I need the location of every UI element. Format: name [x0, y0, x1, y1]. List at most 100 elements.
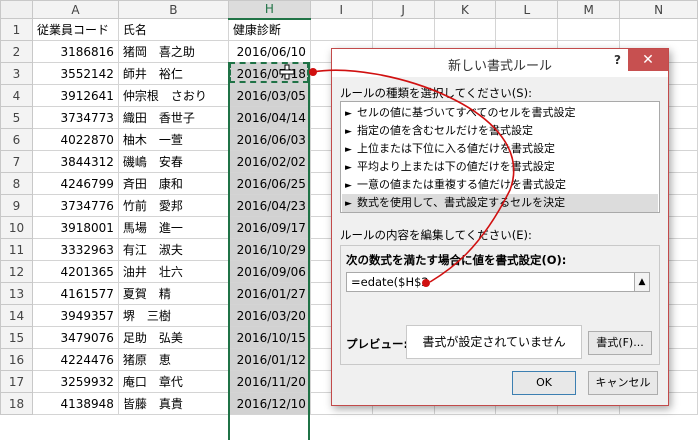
column-header-b[interactable]: B: [117, 0, 229, 19]
row-header[interactable]: 13: [0, 282, 33, 305]
row-header[interactable]: 15: [0, 326, 33, 349]
employee-code-cell[interactable]: 4246799: [31, 172, 119, 195]
employee-name-cell[interactable]: 柚木 一萱: [117, 128, 229, 151]
health-check-date-cell[interactable]: 2016/04/23: [227, 194, 311, 217]
health-check-date-cell[interactable]: 2016/11/20: [227, 370, 311, 393]
cell[interactable]: [433, 18, 497, 41]
cell[interactable]: [619, 18, 698, 41]
employee-code-cell[interactable]: 3332963: [31, 238, 119, 261]
column-header-m[interactable]: M: [557, 0, 621, 19]
cell[interactable]: [371, 18, 435, 41]
employee-name-cell[interactable]: 仲宗根 さおり: [117, 84, 229, 107]
help-icon[interactable]: ?: [614, 53, 621, 67]
health-check-date-cell[interactable]: 2016/10/15: [227, 326, 311, 349]
employee-code-cell[interactable]: 4224476: [31, 348, 119, 371]
header-cell-health-check[interactable]: 健康診断: [227, 18, 311, 41]
employee-code-cell[interactable]: 3912641: [31, 84, 119, 107]
rule-type-item[interactable]: ► 平均より上または下の値だけを書式設定: [345, 158, 555, 176]
row-header[interactable]: 9: [0, 194, 33, 217]
employee-code-cell[interactable]: 4161577: [31, 282, 119, 305]
employee-code-cell[interactable]: 3186816: [31, 40, 119, 63]
employee-code-cell[interactable]: 4201365: [31, 260, 119, 283]
health-check-date-cell[interactable]: 2016/06/25: [227, 172, 311, 195]
row-header[interactable]: 18: [0, 392, 33, 415]
row-header[interactable]: 4: [0, 84, 33, 107]
column-header-i[interactable]: I: [309, 0, 373, 19]
health-check-date-cell[interactable]: 2016/09/06: [227, 260, 311, 283]
employee-name-cell[interactable]: 織田 香世子: [117, 106, 229, 129]
employee-name-cell[interactable]: 油井 壮六: [117, 260, 229, 283]
employee-name-cell[interactable]: 庵口 章代: [117, 370, 229, 393]
employee-code-cell[interactable]: 3259932: [31, 370, 119, 393]
row-header[interactable]: 8: [0, 172, 33, 195]
cancel-button[interactable]: キャンセル: [588, 371, 658, 395]
employee-name-cell[interactable]: 夏賀 精: [117, 282, 229, 305]
employee-code-cell[interactable]: 3918001: [31, 216, 119, 239]
formula-input[interactable]: =edate($H$2: [346, 272, 644, 292]
employee-name-cell[interactable]: 堺 三樹: [117, 304, 229, 327]
row-header[interactable]: 10: [0, 216, 33, 239]
health-check-date-cell[interactable]: 2016/09/17: [227, 216, 311, 239]
employee-code-cell[interactable]: 4022870: [31, 128, 119, 151]
employee-code-cell[interactable]: 3479076: [31, 326, 119, 349]
employee-name-cell[interactable]: 斉田 康和: [117, 172, 229, 195]
collapse-dialog-icon[interactable]: ▲: [634, 272, 650, 292]
row-header[interactable]: 14: [0, 304, 33, 327]
header-cell-name[interactable]: 氏名: [117, 18, 229, 41]
rule-type-list[interactable]: ► セルの値に基づいてすべてのセルを書式設定 ► 指定の値を含むセルだけを書式設定 …: [340, 101, 660, 213]
health-check-date-cell[interactable]: 2016/07/18: [227, 62, 311, 85]
health-check-date-cell[interactable]: 2016/01/12: [227, 348, 311, 371]
cell[interactable]: [309, 18, 373, 41]
row-header[interactable]: 3: [0, 62, 33, 85]
rule-type-item[interactable]: ► 指定の値を含むセルだけを書式設定: [345, 122, 533, 140]
column-header-n[interactable]: N: [619, 0, 698, 19]
rule-type-item[interactable]: ► セルの値に基づいてすべてのセルを書式設定: [345, 104, 575, 122]
row-header[interactable]: 17: [0, 370, 33, 393]
dialog-title-bar[interactable]: 新しい書式ルール ? ✕: [332, 49, 668, 77]
health-check-date-cell[interactable]: 2016/02/02: [227, 150, 311, 173]
select-all-corner[interactable]: [0, 0, 33, 19]
format-button[interactable]: 書式(F)...: [588, 331, 652, 355]
row-header[interactable]: 11: [0, 238, 33, 261]
health-check-date-cell[interactable]: 2016/06/03: [227, 128, 311, 151]
health-check-date-cell[interactable]: 2016/01/27: [227, 282, 311, 305]
column-header-a[interactable]: A: [31, 0, 119, 19]
row-header[interactable]: 6: [0, 128, 33, 151]
employee-code-cell[interactable]: 4138948: [31, 392, 119, 415]
row-header[interactable]: 7: [0, 150, 33, 173]
health-check-date-cell[interactable]: 2016/04/14: [227, 106, 311, 129]
close-icon[interactable]: ✕: [628, 49, 668, 71]
ok-button[interactable]: OK: [512, 371, 576, 395]
employee-code-cell[interactable]: 3949357: [31, 304, 119, 327]
employee-code-cell[interactable]: 3734776: [31, 194, 119, 217]
employee-name-cell[interactable]: 有江 淑夫: [117, 238, 229, 261]
rule-type-item[interactable]: ► 上位または下位に入る値だけを書式設定: [345, 140, 555, 158]
health-check-date-cell[interactable]: 2016/12/10: [227, 392, 311, 415]
header-cell-employee-code[interactable]: 従業員コード: [31, 18, 119, 41]
column-header-j[interactable]: J: [371, 0, 435, 19]
column-header-h[interactable]: H: [227, 0, 311, 20]
row-header[interactable]: 12: [0, 260, 33, 283]
employee-name-cell[interactable]: 猪原 恵: [117, 348, 229, 371]
column-header-k[interactable]: K: [433, 0, 497, 19]
employee-name-cell[interactable]: 馬場 進一: [117, 216, 229, 239]
employee-name-cell[interactable]: 竹前 愛邦: [117, 194, 229, 217]
employee-name-cell[interactable]: 師井 裕仁: [117, 62, 229, 85]
health-check-date-cell[interactable]: 2016/10/29: [227, 238, 311, 261]
employee-code-cell[interactable]: 3552142: [31, 62, 119, 85]
health-check-date-cell[interactable]: 2016/03/20: [227, 304, 311, 327]
health-check-date-cell[interactable]: 2016/06/10: [227, 40, 311, 63]
employee-name-cell[interactable]: 皆藤 真貴: [117, 392, 229, 415]
cell[interactable]: [495, 18, 559, 41]
employee-name-cell[interactable]: 猪岡 喜之助: [117, 40, 229, 63]
row-header[interactable]: 2: [0, 40, 33, 63]
row-header[interactable]: 16: [0, 348, 33, 371]
employee-code-cell[interactable]: 3734773: [31, 106, 119, 129]
rule-type-item-selected[interactable]: ► 数式を使用して、書式設定するセルを決定: [342, 194, 658, 212]
cell[interactable]: [557, 18, 621, 41]
employee-name-cell[interactable]: 足助 弘美: [117, 326, 229, 349]
employee-name-cell[interactable]: 磯嶋 安春: [117, 150, 229, 173]
row-header[interactable]: 5: [0, 106, 33, 129]
employee-code-cell[interactable]: 3844312: [31, 150, 119, 173]
health-check-date-cell[interactable]: 2016/03/05: [227, 84, 311, 107]
